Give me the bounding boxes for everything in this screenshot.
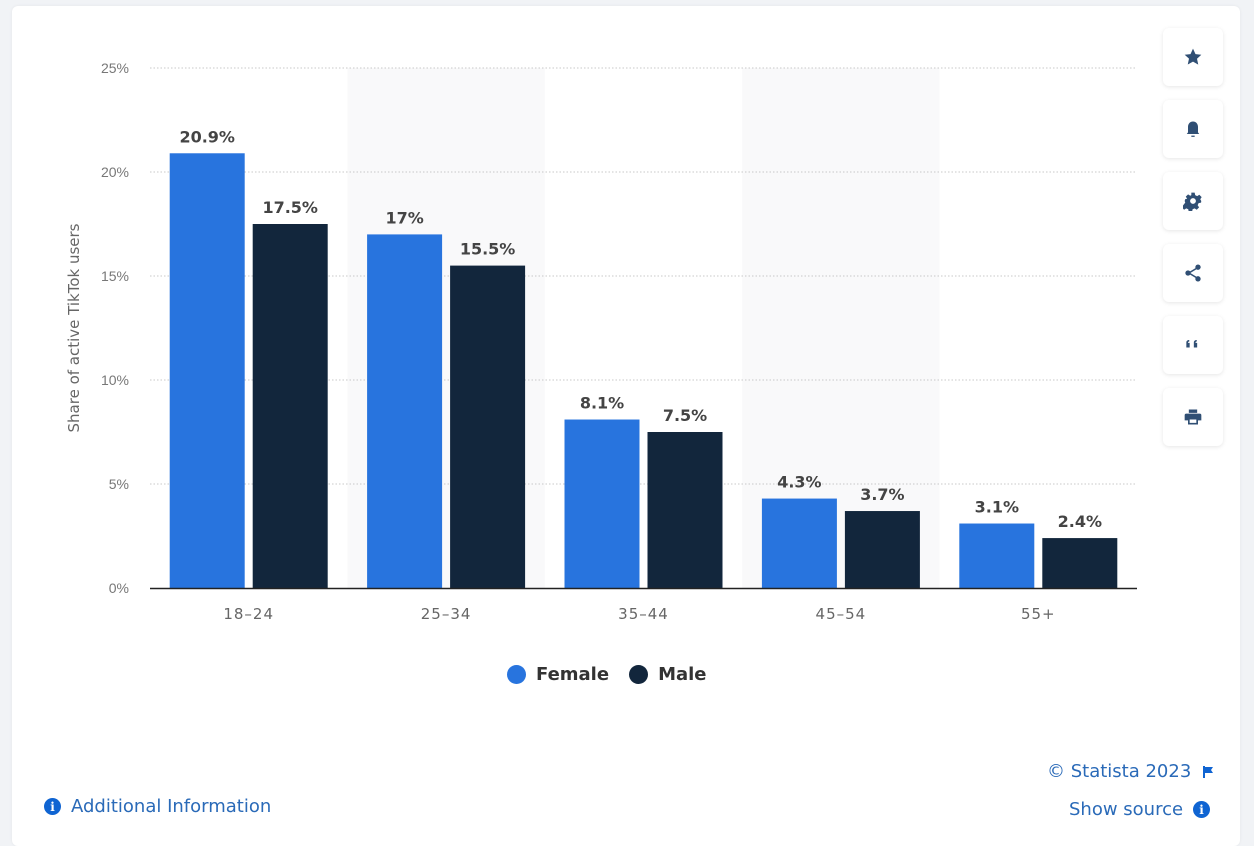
bar-male xyxy=(1042,538,1118,588)
bar-female xyxy=(169,153,245,588)
bar-female xyxy=(564,419,640,588)
y-axis-label: Share of active TikTok users xyxy=(65,223,83,432)
data-label: 17% xyxy=(385,208,423,227)
share-button[interactable] xyxy=(1163,244,1223,302)
info-icon: i xyxy=(1193,801,1211,818)
flag-icon xyxy=(1203,765,1214,778)
data-label: 17.5% xyxy=(262,198,318,217)
y-tick-label: 20% xyxy=(101,164,129,180)
show-source-link[interactable]: Show source i xyxy=(1069,799,1211,820)
bar-female xyxy=(367,234,443,588)
bar-male xyxy=(450,265,526,588)
legend-item-male[interactable]: Male xyxy=(629,664,707,685)
x-tick-label: 35–44 xyxy=(618,605,669,623)
y-tick-label: 15% xyxy=(101,268,129,284)
y-tick-label: 10% xyxy=(101,372,129,388)
bar-male xyxy=(844,511,920,588)
star-icon xyxy=(1184,48,1202,65)
legend-male-swatch xyxy=(629,665,649,684)
x-tick-label: 18–24 xyxy=(223,605,274,623)
chart-legend: Female Male xyxy=(507,664,727,685)
copyright-link[interactable]: © Statista 2023 xyxy=(1047,761,1215,782)
gear-icon xyxy=(1183,192,1202,211)
additional-information-link[interactable]: i Additional Information xyxy=(44,796,271,817)
legend-female-swatch xyxy=(507,665,526,684)
x-tick-label: 25–34 xyxy=(421,605,472,623)
bar-male xyxy=(252,224,328,588)
info-icon: i xyxy=(44,798,61,815)
bar-female xyxy=(761,498,837,588)
print-icon xyxy=(1184,409,1202,425)
y-tick-label: 0% xyxy=(109,580,129,596)
favorite-button[interactable] xyxy=(1163,28,1223,86)
bar-male xyxy=(647,432,723,588)
x-tick-label: 45–54 xyxy=(816,605,867,623)
x-tick-label: 55+ xyxy=(1021,605,1056,623)
additional-information-label: Additional Information xyxy=(71,796,272,817)
legend-item-female[interactable]: Female xyxy=(507,664,609,685)
data-label: 2.4% xyxy=(1058,512,1102,531)
settings-button[interactable] xyxy=(1163,172,1223,230)
show-source-label: Show source xyxy=(1069,799,1184,820)
data-label: 3.1% xyxy=(975,498,1019,517)
quote-icon xyxy=(1186,340,1198,348)
data-label: 8.1% xyxy=(580,394,624,413)
bell-icon xyxy=(1186,121,1200,137)
share-icon xyxy=(1185,264,1201,282)
legend-female-label: Female xyxy=(536,664,610,685)
legend-male-label: Male xyxy=(658,664,707,685)
notification-button[interactable] xyxy=(1163,100,1223,158)
y-tick-label: 5% xyxy=(109,476,129,492)
y-tick-label: 25% xyxy=(101,60,129,76)
data-label: 20.9% xyxy=(179,127,235,146)
bar-chart: 0% 5% 10% 15% 20% 25% Share of active TikTok u… xyxy=(65,60,1137,623)
bar-female xyxy=(959,523,1035,588)
data-label: 3.7% xyxy=(860,485,904,504)
print-button[interactable] xyxy=(1163,388,1223,446)
data-label: 4.3% xyxy=(777,473,821,492)
cite-button[interactable] xyxy=(1163,316,1223,374)
data-label: 7.5% xyxy=(663,406,707,425)
copyright-label: © Statista 2023 xyxy=(1047,761,1192,782)
data-label: 15.5% xyxy=(460,240,516,259)
